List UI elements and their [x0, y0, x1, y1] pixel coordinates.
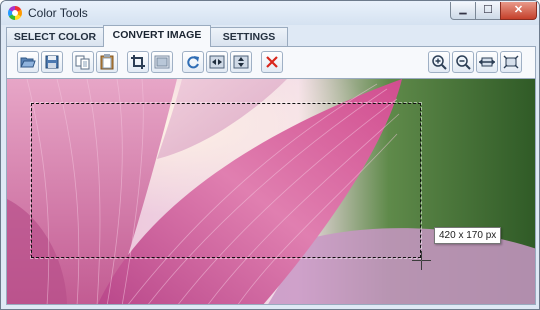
app-window: Color Tools ▁ ☐ ✕ SELECT COLOR CONVERT I…: [0, 0, 540, 310]
fit-window-button[interactable]: [500, 51, 522, 73]
rotate-button[interactable]: [182, 51, 204, 73]
save-icon: [45, 55, 59, 69]
open-icon: [20, 57, 36, 68]
zoom-out-icon: [456, 55, 471, 70]
flip-vertical-button[interactable]: [230, 51, 252, 73]
paste-icon: [100, 54, 114, 70]
close-icon: ✕: [513, 4, 524, 16]
copy-button[interactable]: [72, 51, 94, 73]
delete-icon: [266, 56, 278, 68]
zoom-out-button[interactable]: [452, 51, 474, 73]
tab-settings[interactable]: SETTINGS: [210, 27, 288, 46]
resize-icon: [154, 55, 170, 69]
fit-width-icon: [479, 57, 495, 67]
fit-width-button[interactable]: [476, 51, 498, 73]
delete-button[interactable]: [261, 51, 283, 73]
flip-vertical-icon: [233, 55, 249, 69]
minimize-button[interactable]: ▁: [450, 2, 476, 20]
tab-bar: SELECT COLOR CONVERT IMAGE SETTINGS: [6, 25, 536, 47]
fit-window-icon: [503, 55, 519, 69]
close-button[interactable]: ✕: [500, 2, 537, 20]
image-canvas[interactable]: 420 x 170 px: [6, 78, 536, 305]
minimize-icon: ▁: [459, 4, 467, 14]
paste-button[interactable]: [96, 51, 118, 73]
zoom-in-button[interactable]: [428, 51, 450, 73]
toolbar: [6, 46, 536, 78]
crosshair-cursor-icon: [412, 251, 431, 270]
copy-icon: [75, 55, 90, 69]
save-button[interactable]: [41, 51, 63, 73]
selection-size-tooltip: 420 x 170 px: [434, 227, 502, 244]
rotate-icon: [187, 56, 199, 69]
color-wheel-icon: [8, 6, 22, 20]
tab-convert-image[interactable]: CONVERT IMAGE: [103, 25, 211, 47]
crop-button[interactable]: [127, 51, 149, 73]
flip-horizontal-icon: [209, 55, 225, 69]
window-title: Color Tools: [28, 6, 88, 20]
tab-select-color[interactable]: SELECT COLOR: [6, 27, 104, 46]
crop-icon: [131, 55, 145, 69]
title-bar: Color Tools ▁ ☐ ✕: [1, 1, 539, 25]
open-button[interactable]: [17, 51, 39, 73]
maximize-icon: ☐: [483, 4, 493, 16]
crop-selection[interactable]: [30, 102, 422, 259]
flip-horizontal-button[interactable]: [206, 51, 228, 73]
zoom-in-icon: [432, 55, 447, 70]
resize-button[interactable]: [151, 51, 173, 73]
maximize-button[interactable]: ☐: [475, 2, 501, 20]
